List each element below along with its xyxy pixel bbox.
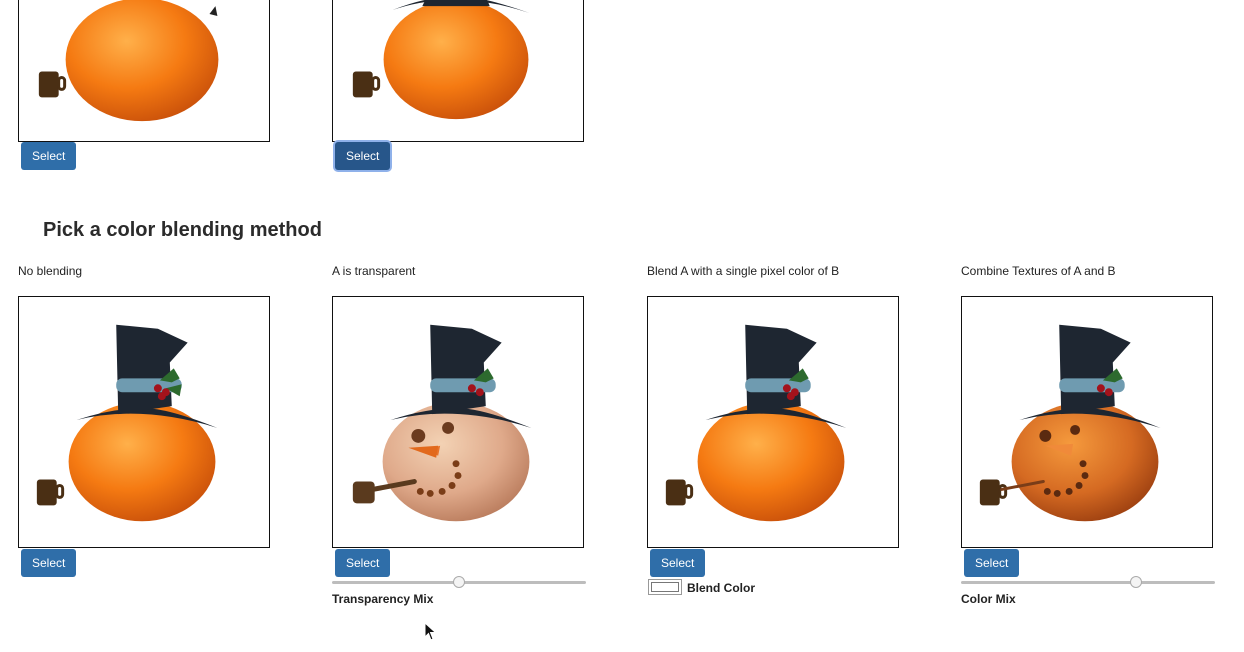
slider-thumb[interactable]	[453, 576, 465, 588]
top-image-b	[332, 0, 584, 142]
top-image-a	[18, 0, 270, 142]
transparency-mix-slider[interactable]	[332, 573, 586, 593]
orange-with-hat-image	[352, 0, 530, 120]
mug-icon	[36, 479, 65, 506]
preview-single-pixel	[647, 296, 899, 548]
mug-icon	[38, 71, 67, 98]
method-label-single-pixel: Blend A with a single pixel color of B	[647, 264, 840, 278]
snowman-orange-image	[36, 324, 218, 522]
section-title: Pick a color blending method	[43, 219, 322, 241]
color-mix-slider[interactable]	[961, 573, 1215, 593]
swatch-fill	[651, 582, 679, 592]
preview-combine-textures	[961, 296, 1213, 548]
preview-transparent	[332, 296, 584, 548]
snowman-combined-image	[979, 324, 1161, 522]
color-mix-label: Color Mix	[961, 592, 1016, 606]
method-label-transparent: A is transparent	[332, 264, 416, 278]
mug-icon	[352, 71, 381, 98]
method-label-no-blending: No blending	[18, 264, 83, 278]
transparency-mix-label: Transparency Mix	[332, 592, 434, 606]
method-label-combine-textures: Combine Textures of A and B	[961, 264, 1116, 278]
blend-color-label: Blend Color	[687, 581, 755, 595]
select-single-pixel-button[interactable]: Select	[650, 549, 706, 577]
select-no-blending-button[interactable]: Select	[21, 549, 77, 577]
top-select-button-2[interactable]: Select	[335, 142, 391, 170]
slider-track	[961, 581, 1215, 584]
top-select-button-1[interactable]: Select	[21, 142, 77, 170]
preview-no-blending	[18, 296, 270, 548]
mug-icon	[665, 479, 694, 506]
mouse-cursor-icon	[424, 622, 437, 641]
orange-image	[38, 0, 219, 122]
blend-color-swatch[interactable]	[648, 579, 682, 595]
snowman-transparent-image	[352, 324, 532, 522]
snowman-single-pixel-image	[665, 324, 847, 522]
slider-thumb[interactable]	[1130, 576, 1143, 588]
